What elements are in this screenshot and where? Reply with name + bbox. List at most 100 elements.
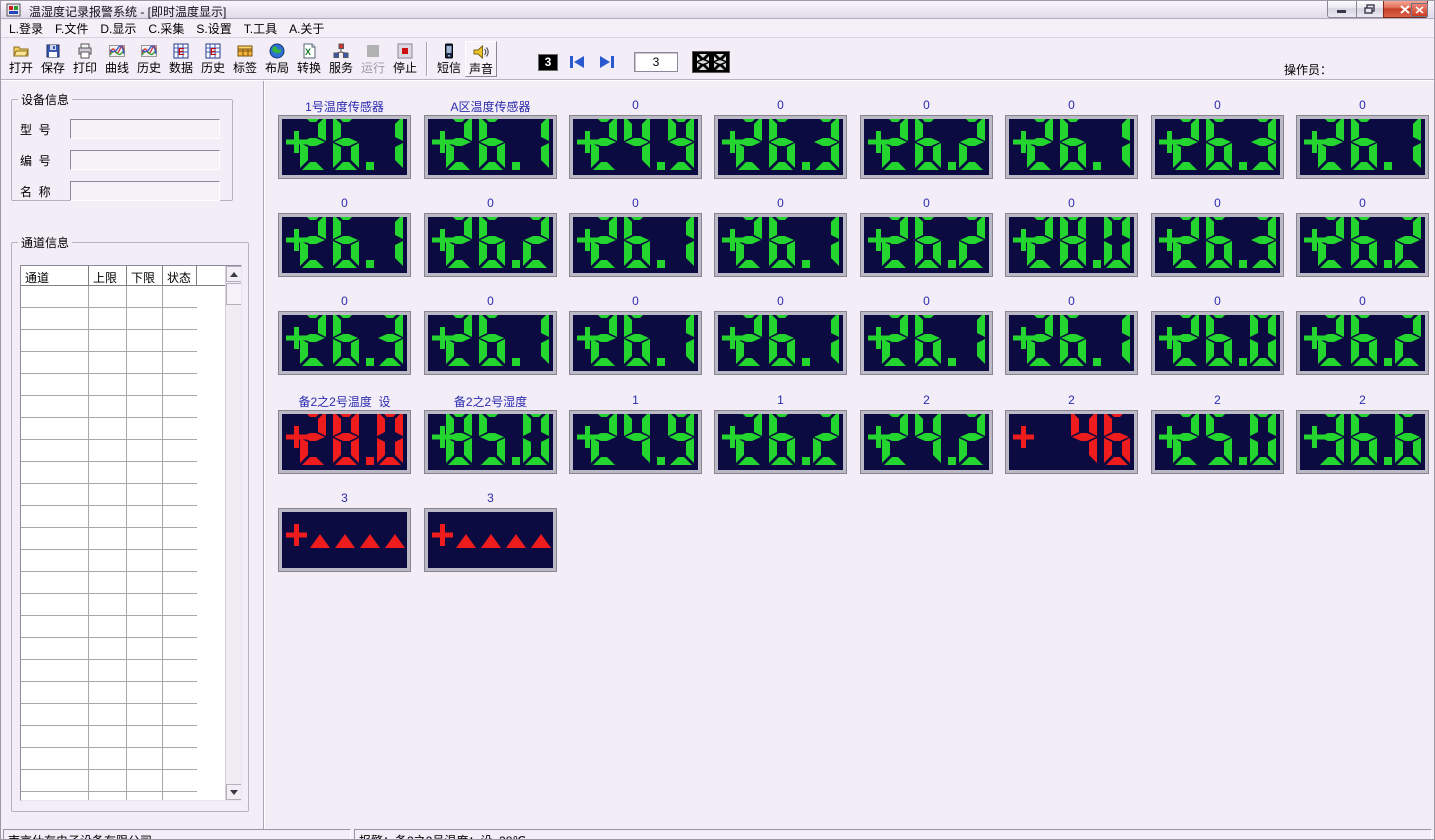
led-display: 备2之2号温度 设 xyxy=(279,393,410,473)
titlebar: 温湿度记录报警系统 - [即时温度显示] xyxy=(1,1,1434,19)
led-label: 0 xyxy=(715,196,846,212)
led-panel xyxy=(425,411,556,473)
menu-collect[interactable]: C.采集 xyxy=(148,20,184,37)
layout-button[interactable]: 布局 xyxy=(261,41,293,77)
table-row xyxy=(21,572,197,594)
prev-page-button[interactable] xyxy=(566,53,588,71)
statusbar: 南京仕存电子设备有限公司 报警：备2之2号温度：设..28℃ xyxy=(1,829,1434,840)
led-label: 2 xyxy=(1152,393,1283,409)
menubar: L.登录 F.文件 D.显示 C.采集 S.设置 T.工具 A.关于 xyxy=(1,20,1434,38)
label-grid-icon xyxy=(237,43,253,59)
table-row xyxy=(21,374,197,396)
print-button[interactable]: 打印 xyxy=(69,41,101,77)
serial-input[interactable] xyxy=(70,150,220,170)
led-label: 0 xyxy=(425,196,556,212)
led-label: 0 xyxy=(570,98,701,114)
svg-text:X: X xyxy=(305,47,311,57)
data-button[interactable]: E数据 xyxy=(165,41,197,77)
scroll-thumb[interactable] xyxy=(226,283,242,305)
led-label: 0 xyxy=(715,98,846,114)
column-header-0[interactable]: 通道 xyxy=(21,266,89,285)
led-display: 0 xyxy=(715,294,846,374)
channel-table-scrollbar[interactable] xyxy=(225,266,241,800)
table-row xyxy=(21,594,197,616)
led-label: 0 xyxy=(1297,98,1428,114)
led-label: 0 xyxy=(1006,196,1137,212)
led-panel xyxy=(715,312,846,374)
led-label: 0 xyxy=(1152,196,1283,212)
model-input[interactable] xyxy=(70,119,220,139)
led-display: 0 xyxy=(861,294,992,374)
model-label: 型 号 xyxy=(20,121,70,138)
led-panel xyxy=(861,214,992,276)
serial-label: 编 号 xyxy=(20,152,70,169)
channel-table-body xyxy=(21,286,241,792)
label-button[interactable]: 标签 xyxy=(229,41,261,77)
led-label: 0 xyxy=(1152,294,1283,310)
toolbar: 打开保存打印曲线历史E数据E历史标签布局 X 转换服务运行停止短信声音 3 操作员： xyxy=(1,39,1434,80)
menu-tools[interactable]: T.工具 xyxy=(244,20,277,37)
stop-icon xyxy=(397,43,413,59)
save-button[interactable]: 保存 xyxy=(37,41,69,77)
history-curve-button[interactable]: 历史 xyxy=(133,41,165,77)
led-panel xyxy=(279,214,410,276)
led-panel xyxy=(861,312,992,374)
convert-button-label: 转换 xyxy=(293,61,325,75)
led-panel xyxy=(425,214,556,276)
minimize-button[interactable] xyxy=(1327,1,1357,18)
led-panel xyxy=(1152,312,1283,374)
close-icon xyxy=(1400,5,1411,14)
print-button-label: 打印 xyxy=(69,61,101,75)
led-panel xyxy=(1152,214,1283,276)
led-display: 0 xyxy=(425,196,556,276)
led-display: 0 xyxy=(1297,98,1428,178)
operator-label: 操作员： xyxy=(1284,61,1332,78)
led-display: 0 xyxy=(425,294,556,374)
column-header-1[interactable]: 上限 xyxy=(89,266,127,285)
app-icon xyxy=(6,2,22,18)
next-page-button[interactable] xyxy=(596,53,618,71)
device-info-title: 设备信息 xyxy=(18,91,72,108)
led-panel xyxy=(279,312,410,374)
sms-button[interactable]: 短信 xyxy=(433,41,465,77)
menu-login[interactable]: L.登录 xyxy=(9,20,43,37)
service-button[interactable]: 服务 xyxy=(325,41,357,77)
column-header-2[interactable]: 下限 xyxy=(127,266,163,285)
menu-setup[interactable]: S.设置 xyxy=(196,20,231,37)
scroll-up-button[interactable] xyxy=(226,266,242,282)
page-badge: 3 xyxy=(538,54,558,71)
led-panel xyxy=(715,116,846,178)
column-header-3[interactable]: 状态 xyxy=(163,266,197,285)
menu-display[interactable]: D.显示 xyxy=(100,20,136,37)
mdi-close-button[interactable] xyxy=(1411,3,1428,17)
table-row xyxy=(21,550,197,572)
name-input[interactable] xyxy=(70,181,220,201)
restore-button[interactable] xyxy=(1356,1,1384,18)
page-nav: 3 xyxy=(538,51,730,73)
led-label: 备2之2号温度 设 xyxy=(279,393,410,409)
page-input[interactable] xyxy=(634,52,678,72)
led-display: 备2之2号湿度 xyxy=(425,393,556,473)
run-button[interactable]: 运行 xyxy=(357,41,389,77)
led-display: 0 xyxy=(715,196,846,276)
convert-button[interactable]: X 转换 xyxy=(293,41,325,77)
curve-button[interactable]: 曲线 xyxy=(101,41,133,77)
channel-info-group: 通道信息 通道上限下限状态 xyxy=(11,234,249,812)
led-display: 0 xyxy=(570,294,701,374)
menu-about[interactable]: A.关于 xyxy=(289,20,324,37)
sidebar: 设备信息 型 号编 号名 称 通道信息 通道上限下限状态 xyxy=(1,81,264,829)
open-button[interactable]: 打开 xyxy=(5,41,37,77)
led-label: 2 xyxy=(1297,393,1428,409)
open-folder-icon xyxy=(13,43,29,59)
led-panel xyxy=(1297,411,1428,473)
led-panel xyxy=(1006,214,1137,276)
sound-button[interactable]: 声音 xyxy=(465,41,497,77)
menu-file[interactable]: F.文件 xyxy=(55,20,88,37)
stop-button[interactable]: 停止 xyxy=(389,41,421,77)
history-data-button[interactable]: E历史 xyxy=(197,41,229,77)
restore-icon xyxy=(1364,4,1376,14)
run-button-label: 运行 xyxy=(357,61,389,75)
led-panel xyxy=(1152,116,1283,178)
scroll-down-button[interactable] xyxy=(226,784,242,800)
led-label: 0 xyxy=(279,196,410,212)
